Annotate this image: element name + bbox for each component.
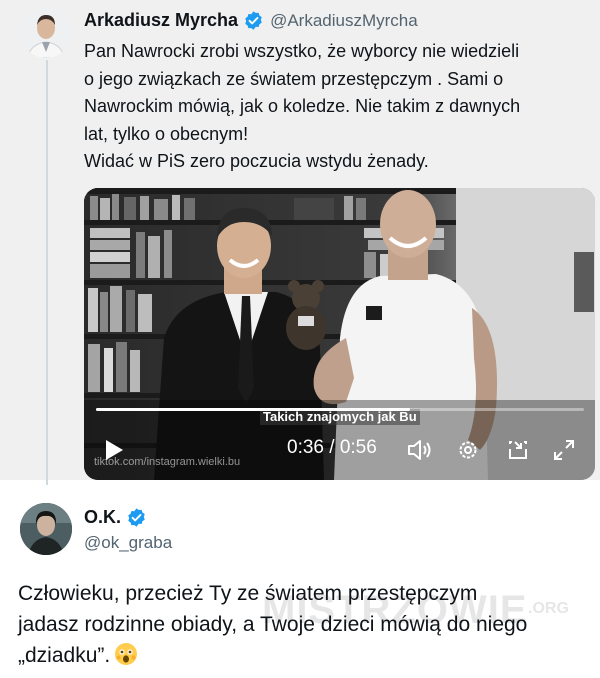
tweet-text-line: Pan Nawrocki zrobi wszystko, że wyborcy …: [84, 41, 520, 61]
tweet-text-line: Człowieku, przecież Ty ze światem przest…: [18, 582, 478, 605]
tweet-text: Człowieku, przecież Ty ze światem przest…: [18, 578, 588, 671]
avatar-photo: [20, 503, 72, 555]
video-progress-bar[interactable]: [96, 408, 584, 411]
author-handle[interactable]: @ok_graba: [84, 533, 172, 553]
tweet-text-segment: „dziadku”.: [18, 644, 111, 667]
author-name[interactable]: Arkadiusz Myrcha: [84, 10, 238, 31]
video-caption: Takich znajomych jak Bu: [260, 409, 420, 425]
thread-line: [46, 60, 48, 485]
fullscreen-icon[interactable]: [546, 432, 582, 468]
author-handle[interactable]: @ArkadiuszMyrcha: [270, 11, 418, 31]
video-time: 0:36 / 0:56: [287, 437, 377, 458]
pip-icon[interactable]: [500, 432, 536, 468]
astonished-face-icon: [114, 642, 138, 666]
tweet-text-line-last: „dziadku”.: [18, 640, 588, 671]
video-player[interactable]: Takich znajomych jak Bu tiktok.com/insta…: [84, 188, 595, 480]
volume-icon[interactable]: [402, 432, 438, 468]
author-name[interactable]: O.K.: [84, 507, 121, 528]
verified-badge-icon: [243, 10, 264, 31]
play-icon[interactable]: [96, 432, 132, 468]
avatar[interactable]: [20, 6, 72, 58]
tweet-header: O.K.: [84, 507, 153, 528]
settings-icon[interactable]: [450, 432, 486, 468]
tweet-text-line: lat, tylko o obecnym!: [84, 123, 249, 144]
tweet-header: Arkadiusz Myrcha @ArkadiuszMyrcha: [84, 10, 418, 31]
video-progress-fill: [96, 408, 410, 411]
tweet-text-line: jadasz rodzinne obiady, a Twoje dzieci m…: [18, 613, 528, 636]
tweet-text-line: o jego związkach ze światem przestępczym…: [84, 68, 504, 89]
tweet-text: Pan Nawrocki zrobi wszystko, że wyborcy …: [84, 38, 584, 176]
video-controls: 0:36 / 0:56: [84, 432, 595, 468]
tweet-text-line: Widać w PiS zero poczucia wstydu żenady.: [84, 151, 429, 171]
avatar[interactable]: [20, 503, 72, 555]
verified-badge-icon: [126, 507, 147, 528]
quoted-tweet: Arkadiusz Myrcha @ArkadiuszMyrcha Pan Na…: [0, 0, 600, 485]
tweet-text-line: Nawrockim mówią, jak o koledze. Nie taki…: [84, 96, 521, 116]
avatar-photo: [20, 6, 72, 58]
